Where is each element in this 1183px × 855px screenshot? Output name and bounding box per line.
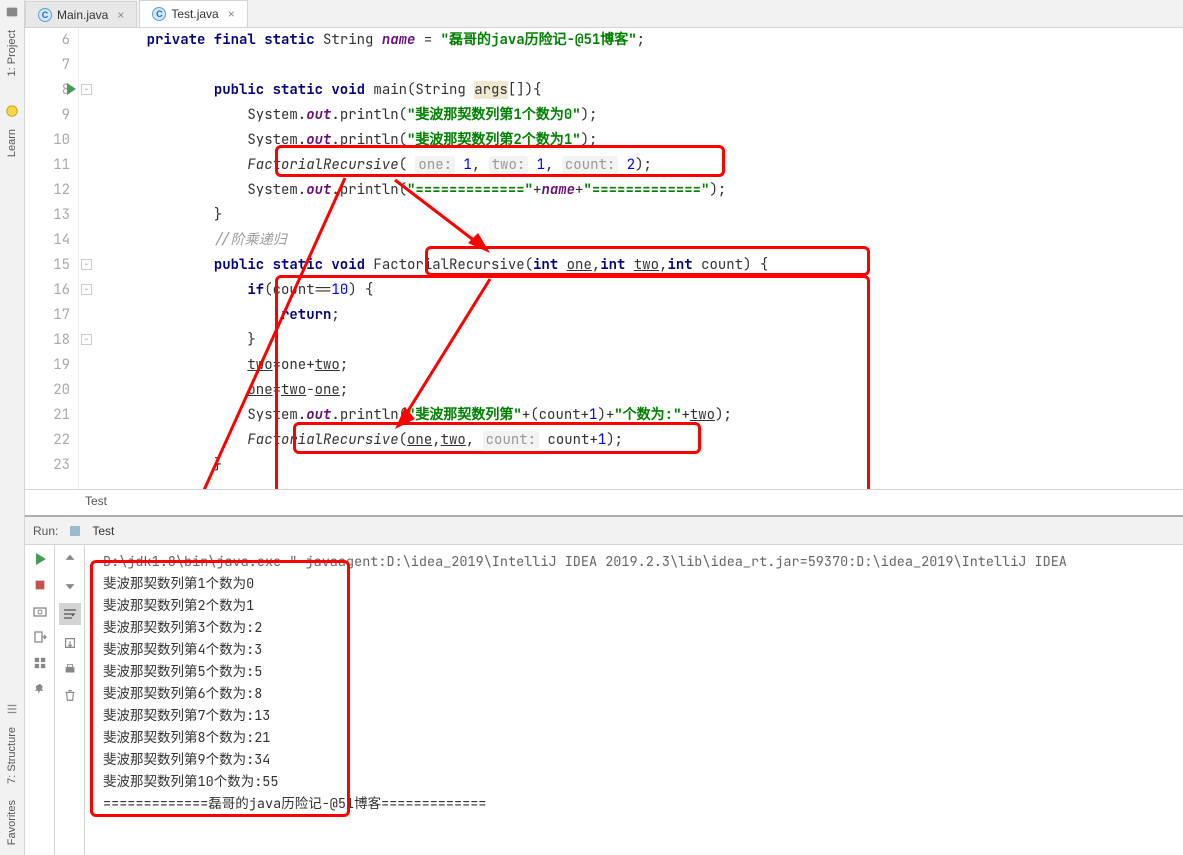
run-toolbar-secondary <box>55 545 85 855</box>
code-line <box>113 53 1183 78</box>
output-line: =============磊哥的java历险记-@51博客===========… <box>103 793 1183 815</box>
structure-icon[interactable] <box>5 702 19 716</box>
code-line: FactorialRecursive(one,two, count: count… <box>113 428 1183 453</box>
output-line: 斐波那契数列第8个数为:21 <box>103 727 1183 749</box>
trash-icon[interactable] <box>62 687 78 703</box>
stop-icon[interactable] <box>32 577 48 593</box>
tab-favorites[interactable]: Favorites <box>6 800 18 845</box>
output-line: 斐波那契数列第10个数为:55 <box>103 771 1183 793</box>
code-line: FactorialRecursive( one: 1, two: 1, coun… <box>113 153 1183 178</box>
fold-marker[interactable]: − <box>81 259 92 270</box>
linenum: 11 <box>25 153 70 178</box>
tab-structure[interactable]: 7: Structure <box>6 727 18 784</box>
output-line: 斐波那契数列第6个数为:8 <box>103 683 1183 705</box>
tab-test-java[interactable]: C Test.java × <box>139 0 247 27</box>
linenum: 23 <box>25 453 70 478</box>
fold-marker[interactable]: − <box>81 284 92 295</box>
tab-label: Test.java <box>171 7 218 21</box>
breadcrumb: Test <box>25 489 1183 515</box>
fold-marker[interactable]: − <box>81 334 92 345</box>
linenum: 10 <box>25 128 70 153</box>
output-line: 斐波那契数列第9个数为:34 <box>103 749 1183 771</box>
tab-learn[interactable]: Learn <box>6 129 18 157</box>
linenum: 21 <box>25 403 70 428</box>
run-label: Run: <box>33 524 58 538</box>
linenum: 22 <box>25 428 70 453</box>
close-icon[interactable]: × <box>117 8 124 22</box>
run-panel: Run: Test <box>25 515 1183 855</box>
run-output[interactable]: D:\jdk1.8\bin\java.exe "-javaagent:D:\id… <box>85 545 1183 855</box>
linenum: 18 <box>25 328 70 353</box>
linenum: 16 <box>25 278 70 303</box>
code-line: //阶乘递归 <box>113 228 1183 253</box>
linenum: 20 <box>25 378 70 403</box>
project-icon[interactable] <box>5 5 19 19</box>
run-icon[interactable] <box>67 83 76 95</box>
code-line: System.out.println("============="+name+… <box>113 178 1183 203</box>
code-line: one=two-one; <box>113 378 1183 403</box>
code-line: } <box>113 328 1183 353</box>
output-line: 斐波那契数列第1个数为0 <box>103 573 1183 595</box>
code-line: } <box>113 453 1183 478</box>
linenum: 14 <box>25 228 70 253</box>
linenum: 7 <box>25 53 70 78</box>
run-toolbar-left <box>25 545 55 855</box>
up-icon[interactable] <box>62 551 78 567</box>
code-line: } <box>113 203 1183 228</box>
class-icon: C <box>38 8 52 22</box>
linenum: 9 <box>25 103 70 128</box>
output-line: D:\jdk1.8\bin\java.exe "-javaagent:D:\id… <box>103 551 1183 573</box>
output-line: 斐波那契数列第4个数为:3 <box>103 639 1183 661</box>
run-config-name: Test <box>92 524 114 538</box>
fold-marker[interactable]: − <box>81 84 92 95</box>
main-area: C Main.java × C Test.java × 6 7 8 9 10 1… <box>25 0 1183 855</box>
code-line: if(count==10) { <box>113 278 1183 303</box>
output-line: 斐波那契数列第3个数为:2 <box>103 617 1183 639</box>
down-icon[interactable] <box>62 577 78 593</box>
run-icon[interactable] <box>32 551 48 567</box>
camera-icon[interactable] <box>32 603 48 619</box>
code-line: System.out.println("斐波那契数列第"+(count+1)+"… <box>113 403 1183 428</box>
output-line: 斐波那契数列第7个数为:13 <box>103 705 1183 727</box>
exit-icon[interactable] <box>32 629 48 645</box>
output-line: 斐波那契数列第2个数为1 <box>103 595 1183 617</box>
code-area[interactable]: private final static String name = "磊哥的j… <box>95 28 1183 489</box>
linenum: 19 <box>25 353 70 378</box>
code-line: return; <box>113 303 1183 328</box>
pin-icon[interactable] <box>32 681 48 697</box>
line-gutter: 6 7 8 9 10 11 12 13 14 15 16 17 18 19 20… <box>25 28 79 489</box>
code-line: private final static String name = "磊哥的j… <box>113 28 1183 53</box>
code-line: System.out.println("斐波那契数列第2个数为1"); <box>113 128 1183 153</box>
scroll-icon[interactable] <box>62 635 78 651</box>
print-icon[interactable] <box>62 661 78 677</box>
tab-main-java[interactable]: C Main.java × <box>25 1 137 27</box>
linenum: 15 <box>25 253 70 278</box>
class-icon: C <box>152 7 166 21</box>
app-icon <box>68 524 82 538</box>
editor-tabs: C Main.java × C Test.java × <box>25 0 1183 28</box>
linenum: 8 <box>25 78 70 103</box>
code-editor[interactable]: 6 7 8 9 10 11 12 13 14 15 16 17 18 19 20… <box>25 28 1183 489</box>
close-icon[interactable]: × <box>228 7 235 21</box>
code-line: public static void main(String args[]){ <box>113 78 1183 103</box>
code-line: public static void FactorialRecursive(in… <box>113 253 1183 278</box>
soft-wrap-icon[interactable] <box>59 603 81 625</box>
linenum: 17 <box>25 303 70 328</box>
tab-label: Main.java <box>57 8 108 22</box>
layout-icon[interactable] <box>32 655 48 671</box>
left-tool-sidebar: 1: Project Learn 7: Structure Favorites <box>0 0 25 855</box>
output-line: 斐波那契数列第5个数为:5 <box>103 661 1183 683</box>
linenum: 12 <box>25 178 70 203</box>
run-header: Run: Test <box>25 517 1183 545</box>
learn-icon[interactable] <box>5 104 19 118</box>
tab-project[interactable]: 1: Project <box>6 30 18 76</box>
linenum: 6 <box>25 28 70 53</box>
linenum: 13 <box>25 203 70 228</box>
code-line: two=one+two; <box>113 353 1183 378</box>
code-line: System.out.println("斐波那契数列第1个数为0"); <box>113 103 1183 128</box>
fold-gutter: − − − − <box>79 28 95 489</box>
